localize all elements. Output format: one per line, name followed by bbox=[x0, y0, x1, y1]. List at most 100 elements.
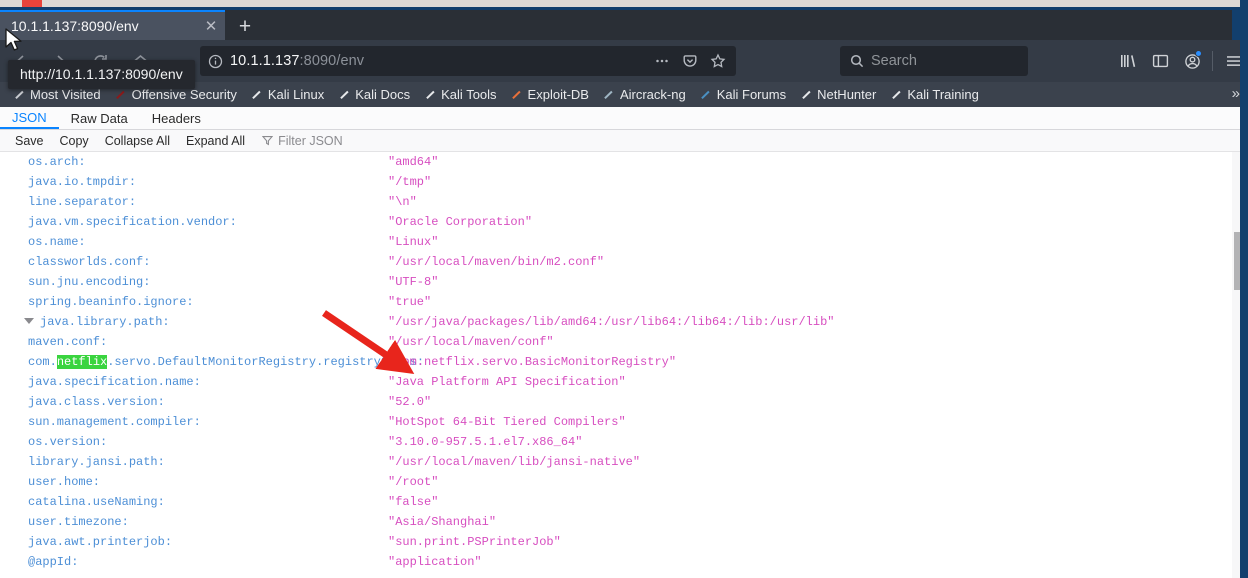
expand-all-button[interactable]: Expand All bbox=[179, 132, 252, 150]
bookmark-item[interactable]: Kali Linux bbox=[244, 84, 331, 106]
bookmark-label: NetHunter bbox=[817, 87, 877, 102]
json-tab-json[interactable]: JSON bbox=[0, 107, 59, 129]
json-row[interactable]: sun.jnu.encoding: "UTF-8" bbox=[0, 272, 1232, 292]
bookmark-label: Aircrack-ng bbox=[619, 87, 686, 102]
json-row[interactable]: os.version: "3.10.0-957.5.1.el7.x86_64" bbox=[0, 432, 1232, 452]
sidebar-icon[interactable] bbox=[1144, 46, 1176, 76]
new-tab-button[interactable]: + bbox=[227, 12, 263, 40]
json-value: "/tmp" bbox=[388, 175, 432, 189]
pocket-icon[interactable] bbox=[676, 47, 704, 75]
copy-button[interactable]: Copy bbox=[53, 132, 96, 150]
bookmarks-overflow-button[interactable]: » bbox=[1232, 85, 1240, 102]
json-value: "3.10.0-957.5.1.el7.x86_64" bbox=[388, 435, 583, 449]
bookmark-label: Kali Training bbox=[907, 87, 979, 102]
json-viewer-tabs: JSON Raw Data Headers bbox=[0, 107, 1248, 130]
browser-window: 10.1.1.137:8090/env ✕ + 10.1.1.137:8090/… bbox=[0, 0, 1248, 578]
json-row[interactable]: user.timezone: "Asia/Shanghai" bbox=[0, 512, 1232, 532]
json-viewer-toolbar: Save Copy Collapse All Expand All Filter… bbox=[0, 130, 1248, 152]
json-row[interactable]: java.awt.printerjob: "sun.print.PSPrinter… bbox=[0, 532, 1232, 552]
tab-title: 10.1.1.137:8090/env bbox=[11, 18, 139, 34]
json-row[interactable]: maven.conf: "/usr/local/maven/conf" bbox=[0, 332, 1232, 352]
toolbar-actions bbox=[1112, 46, 1248, 76]
json-row[interactable]: classworlds.conf: "/usr/local/maven/bin/m… bbox=[0, 252, 1232, 272]
bookmark-label: Kali Tools bbox=[441, 87, 497, 102]
aircrack-icon bbox=[603, 89, 615, 101]
json-key: java.io.tmpdir: bbox=[28, 175, 137, 189]
bookmark-label: Offensive Security bbox=[131, 87, 237, 102]
json-row[interactable]: java.vm.specification.vendor: "Oracle Cor… bbox=[0, 212, 1232, 232]
dragon-icon bbox=[800, 89, 812, 101]
tab-close-icon[interactable]: ✕ bbox=[197, 12, 225, 40]
json-row[interactable]: java.library.path: "/usr/java/packages/li… bbox=[0, 312, 1232, 332]
link-tooltip: http://10.1.1.137:8090/env bbox=[8, 60, 195, 89]
json-tab-raw-data[interactable]: Raw Data bbox=[59, 107, 140, 129]
json-row[interactable]: line.separator: "\n" bbox=[0, 192, 1232, 212]
json-row[interactable]: os.arch: "amd64" bbox=[0, 152, 1232, 172]
json-key: catalina.useNaming: bbox=[28, 495, 165, 509]
json-key: @appId: bbox=[28, 555, 79, 569]
chevron-down-icon[interactable] bbox=[24, 318, 34, 324]
json-row[interactable]: java.io.tmpdir: "/tmp" bbox=[0, 172, 1232, 192]
search-highlight: netflix bbox=[56, 355, 108, 369]
url-bar[interactable]: 10.1.1.137:8090/env bbox=[200, 46, 736, 76]
json-value: "Java Platform API Specification" bbox=[388, 375, 626, 389]
json-value: "52.0" bbox=[388, 395, 432, 409]
json-value: "Linux" bbox=[388, 235, 439, 249]
json-value: "sun.print.PSPrinterJob" bbox=[388, 535, 561, 549]
bookmark-item[interactable]: Kali Docs bbox=[331, 84, 417, 106]
json-row[interactable]: user.home: "/root" bbox=[0, 472, 1232, 492]
star-icon[interactable] bbox=[704, 47, 732, 75]
bookmark-label: Kali Docs bbox=[355, 87, 411, 102]
json-tab-headers[interactable]: Headers bbox=[140, 107, 213, 129]
bookmark-item[interactable]: NetHunter bbox=[793, 84, 883, 106]
json-value: "/usr/local/maven/lib/jansi-native" bbox=[388, 455, 641, 469]
json-row[interactable]: catalina.useNaming: "false" bbox=[0, 492, 1232, 512]
json-row[interactable]: sun.management.compiler: "HotSpot 64-Bit … bbox=[0, 412, 1232, 432]
json-value: "false" bbox=[388, 495, 439, 509]
library-icon[interactable] bbox=[1112, 46, 1144, 76]
funnel-icon bbox=[262, 135, 274, 146]
dragon-icon bbox=[251, 89, 263, 101]
dragon-icon bbox=[338, 89, 350, 101]
bookmark-label: Kali Forums bbox=[716, 87, 787, 102]
json-row[interactable]: library.jansi.path: "/usr/local/maven/lib… bbox=[0, 452, 1232, 472]
json-content-pane: os.arch: "amd64" java.io.tmpdir: "/tmp" line… bbox=[0, 152, 1232, 578]
forums-icon bbox=[700, 89, 712, 101]
json-value: "/usr/local/maven/conf" bbox=[388, 335, 554, 349]
bookmark-item[interactable]: Exploit-DB bbox=[504, 84, 596, 106]
json-key: library.jansi.path: bbox=[28, 455, 165, 469]
json-key: line.separator: bbox=[28, 195, 137, 209]
save-button[interactable]: Save bbox=[8, 132, 51, 150]
bookmark-item[interactable]: Kali Training bbox=[883, 84, 986, 106]
json-value: "/usr/local/maven/bin/m2.conf" bbox=[388, 255, 605, 269]
url-actions bbox=[648, 47, 736, 75]
filter-json-placeholder: Filter JSON bbox=[278, 133, 343, 148]
account-icon[interactable] bbox=[1176, 46, 1208, 76]
filter-json-input[interactable]: Filter JSON bbox=[262, 134, 343, 148]
json-value: "/usr/java/packages/lib/amd64:/usr/lib64… bbox=[388, 315, 835, 329]
json-row[interactable]: java.class.version: "52.0" bbox=[0, 392, 1232, 412]
collapse-all-button[interactable]: Collapse All bbox=[98, 132, 177, 150]
json-row[interactable]: com.netflix.servo.DefaultMonitorRegistry… bbox=[0, 352, 1232, 372]
json-key: user.timezone: bbox=[28, 515, 129, 529]
bookmark-item[interactable]: Aircrack-ng bbox=[596, 84, 693, 106]
ellipsis-icon[interactable] bbox=[648, 47, 676, 75]
account-notification-badge bbox=[1195, 50, 1202, 57]
browser-tab-active[interactable]: 10.1.1.137:8090/env ✕ bbox=[0, 10, 225, 40]
tab-strip: 10.1.1.137:8090/env ✕ + bbox=[0, 10, 1248, 40]
url-text: 10.1.1.137:8090/env bbox=[230, 53, 364, 69]
bookmark-item[interactable]: Kali Tools bbox=[417, 84, 503, 106]
json-row[interactable]: os.name: "Linux" bbox=[0, 232, 1232, 252]
info-icon[interactable] bbox=[200, 46, 230, 76]
json-value: "HotSpot 64-Bit Tiered Compilers" bbox=[388, 415, 626, 429]
json-row[interactable]: java.specification.name: "Java Platform A… bbox=[0, 372, 1232, 392]
json-key: user.home: bbox=[28, 475, 101, 489]
json-value: "true" bbox=[388, 295, 432, 309]
json-row[interactable]: spring.beaninfo.ignore: "true" bbox=[0, 292, 1232, 312]
json-value: "amd64" bbox=[388, 155, 439, 169]
search-bar[interactable]: Search bbox=[840, 46, 1028, 76]
bookmark-item[interactable]: Kali Forums bbox=[693, 84, 793, 106]
json-row[interactable]: @appId: "application" bbox=[0, 552, 1232, 572]
json-value: "\n" bbox=[388, 195, 417, 209]
bookmark-label: Kali Linux bbox=[267, 87, 325, 102]
